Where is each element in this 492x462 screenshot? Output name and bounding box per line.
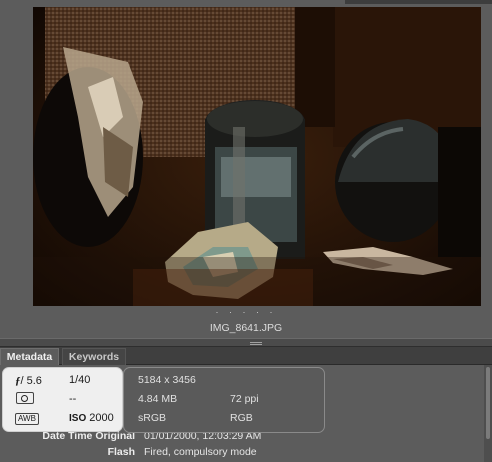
metadata-value: Fired, compulsory mode xyxy=(144,446,257,458)
iso-value: ISO 2000 xyxy=(69,411,114,425)
image-dimensions: 5184 x 3456 xyxy=(138,374,196,386)
metadata-label: Flash xyxy=(107,446,135,458)
tab-keywords[interactable]: Keywords xyxy=(62,348,126,365)
color-mode: RGB xyxy=(230,412,253,424)
panel-tabbar: Metadata Keywords xyxy=(0,347,492,365)
iso-label: ISO xyxy=(69,413,87,424)
photo-thumbnail[interactable] xyxy=(33,7,481,306)
resolution: 72 ppi xyxy=(230,393,259,405)
filename-label: IMG_8641.JPG xyxy=(209,322,283,334)
color-profile: sRGB xyxy=(138,412,167,424)
white-balance-icon: AWB xyxy=(15,411,39,425)
exposure-compensation: -- xyxy=(69,393,77,405)
metering-icon xyxy=(16,392,34,406)
iso-number: 2000 xyxy=(89,412,114,424)
panel-splitter[interactable] xyxy=(0,338,492,347)
splitter-grip-icon[interactable] xyxy=(250,342,262,345)
thumbnail-pager-dots: · · · · · xyxy=(215,307,277,317)
camera-settings-box: ƒ/ 5.6 1/40 -- AWB ISO 2000 xyxy=(2,367,123,432)
metadata-row-flash: Flash Fired, compulsory mode xyxy=(0,445,482,460)
file-size: 4.84 MB xyxy=(138,393,178,405)
top-divider xyxy=(345,0,492,4)
scrollbar-thumb[interactable] xyxy=(486,367,490,439)
tab-metadata[interactable]: Metadata xyxy=(0,348,59,365)
file-info-box: 5184 x 3456 4.84 MB 72 ppi sRGB RGB xyxy=(123,367,325,433)
preview-area: · · · · · IMG_8641.JPG xyxy=(0,0,492,338)
aperture-text: / 5.6 xyxy=(20,375,42,387)
aperture-value: ƒ/ 5.6 xyxy=(15,374,42,388)
shutter-speed: 1/40 xyxy=(69,374,91,386)
